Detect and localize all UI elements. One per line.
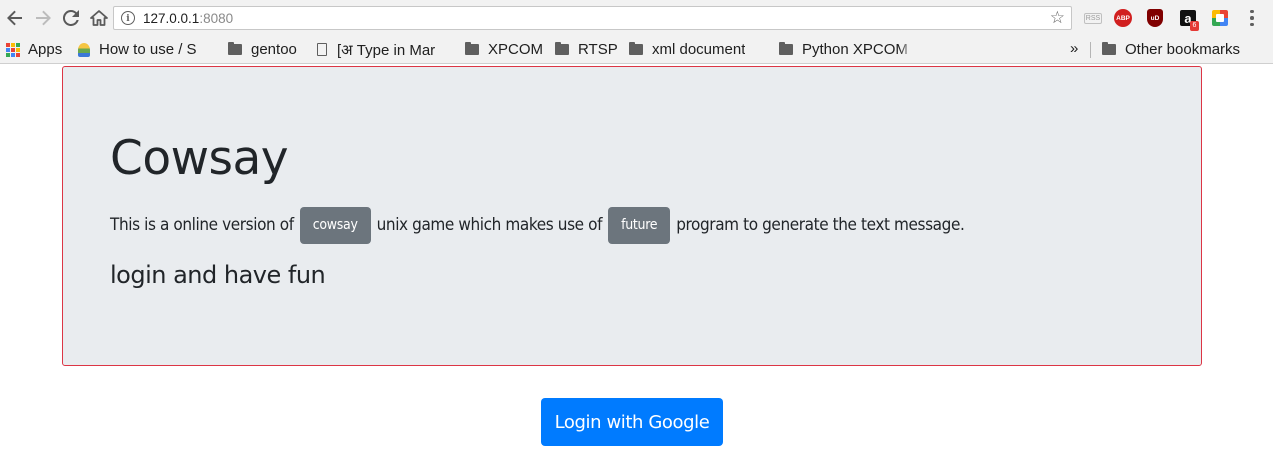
- page-icon: [317, 43, 327, 56]
- amazon-badge: 6: [1190, 21, 1199, 31]
- bookmark-folder-python-xpcom[interactable]: Python XPCOM: [779, 36, 915, 63]
- bookmark-how-to-use[interactable]: How to use / S: [78, 36, 213, 63]
- badge-future: future: [608, 206, 671, 244]
- folder-icon: [465, 42, 479, 55]
- back-icon[interactable]: [2, 5, 28, 31]
- bookmark-folder-xpcom[interactable]: XPCOM: [465, 36, 543, 63]
- bookmarks-divider: [1090, 42, 1091, 58]
- page-title: Cowsay: [110, 131, 289, 186]
- google-extension-icon[interactable]: [1212, 10, 1228, 26]
- folder-icon: [629, 42, 643, 55]
- folder-icon: [228, 42, 242, 55]
- url-text: 127.0.0.1:8080: [143, 10, 234, 26]
- badge-cowsay: cowsay: [299, 206, 371, 244]
- folder-icon: [1102, 42, 1116, 55]
- menu-icon[interactable]: [1244, 8, 1260, 28]
- bookmark-other-bookmarks[interactable]: Other bookmarks: [1102, 36, 1240, 63]
- folder-icon: [779, 42, 793, 55]
- bookmark-apps[interactable]: Apps: [6, 36, 62, 63]
- folder-icon: [555, 42, 569, 55]
- star-icon[interactable]: ☆: [1050, 8, 1065, 28]
- forward-icon[interactable]: [30, 5, 56, 31]
- address-bar[interactable]: i 127.0.0.1:8080 ☆: [113, 6, 1072, 30]
- adblock-plus-icon[interactable]: ABP: [1114, 9, 1132, 27]
- rss-extension-icon[interactable]: RSS: [1083, 8, 1103, 28]
- browser-toolbar: i 127.0.0.1:8080 ☆ RSS ABP uD a 6: [0, 0, 1273, 36]
- bookmark-favicon: [78, 42, 90, 57]
- bookmark-folder-gentoo[interactable]: gentoo: [228, 36, 297, 63]
- apps-grid-icon: [6, 42, 20, 57]
- lead-text-after: program to generate the text message.: [676, 215, 965, 235]
- lead-paragraph: This is a online version of cowsay unix …: [110, 206, 965, 244]
- ublock-origin-icon[interactable]: uD: [1147, 9, 1163, 27]
- lead-text-middle: unix game which makes use of: [376, 215, 603, 235]
- home-icon[interactable]: [86, 5, 112, 31]
- jumbotron: Cowsay This is a online version of cowsa…: [62, 66, 1202, 366]
- info-icon[interactable]: i: [121, 11, 135, 25]
- bookmark-folder-xml-document[interactable]: xml document: [629, 36, 764, 63]
- login-with-google-button[interactable]: Login with Google: [541, 398, 723, 446]
- bookmark-type-in-marathi[interactable]: [अ Type in Mar: [317, 36, 450, 63]
- bookmarks-overflow-icon[interactable]: »: [1070, 40, 1078, 57]
- bookmark-folder-rtsp[interactable]: RTSP: [555, 36, 618, 63]
- bookmarks-bar: Apps How to use / S gentoo [अ Type in Ma…: [0, 36, 1273, 64]
- lead-text-before: This is a online version of: [110, 215, 294, 235]
- reload-icon[interactable]: [58, 5, 84, 31]
- subheading: login and have fun: [110, 261, 326, 289]
